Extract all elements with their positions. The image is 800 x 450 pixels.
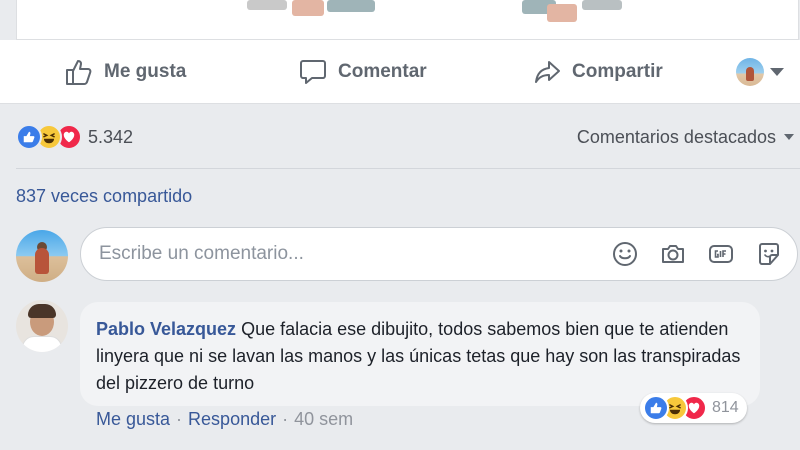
separator: · <box>176 409 183 429</box>
sort-label: Comentarios destacados <box>576 126 776 147</box>
comment-composer <box>80 227 798 281</box>
emoji-icon[interactable] <box>611 240 639 268</box>
reaction-count: 5.342 <box>88 126 134 147</box>
reactions-summary[interactable]: 5.342 <box>16 122 133 152</box>
chevron-down-icon <box>770 68 784 76</box>
image-fragment <box>247 0 287 10</box>
divider <box>16 168 800 169</box>
like-label: Me gusta <box>104 61 187 82</box>
gif-icon[interactable] <box>707 240 735 268</box>
comment-label: Comentar <box>338 61 427 82</box>
image-fragment <box>327 0 375 12</box>
comment-reaction-count: 814 <box>712 399 739 416</box>
post-as-selector[interactable] <box>736 58 784 86</box>
composer-toolbar <box>611 240 783 268</box>
avatar[interactable] <box>16 230 68 282</box>
comment-timestamp[interactable]: 40 sem <box>294 409 353 430</box>
share-button[interactable]: Compartir <box>532 56 663 88</box>
comment-button[interactable]: Comentar <box>298 56 427 88</box>
comment-author[interactable]: Pablo Velazquez <box>96 319 236 339</box>
share-count-link[interactable]: 837 veces compartido <box>16 186 192 207</box>
camera-icon[interactable] <box>659 240 687 268</box>
comment-actions: Me gusta · Responder · 40 sem <box>96 409 353 430</box>
chevron-down-icon <box>784 134 794 140</box>
image-fragment <box>292 0 324 16</box>
image-fragment <box>582 0 622 10</box>
comment-reply-link[interactable]: Responder <box>188 409 276 430</box>
comment-bubble: Pablo Velazquez Que falacia ese dibujito… <box>80 302 760 406</box>
sticker-icon[interactable] <box>755 240 783 268</box>
image-fragment <box>547 4 577 22</box>
comment-like-link[interactable]: Me gusta <box>96 409 170 430</box>
avatar <box>736 58 764 86</box>
share-arrow-icon <box>535 61 560 83</box>
post-action-bar: Me gusta Comentar Compartir <box>0 40 800 104</box>
comment-input[interactable] <box>99 243 599 265</box>
speech-bubble-icon <box>300 60 326 84</box>
like-button[interactable]: Me gusta <box>64 56 186 88</box>
comment-reactions[interactable]: 814 <box>640 393 747 423</box>
thumbs-up-icon <box>66 60 92 85</box>
share-label: Compartir <box>572 61 663 82</box>
like-reaction-icon <box>643 395 669 421</box>
separator: · <box>282 409 289 429</box>
like-reaction-icon <box>16 124 42 150</box>
comment-sort-dropdown[interactable]: Comentarios destacados <box>577 124 794 150</box>
post-image[interactable] <box>16 0 799 40</box>
avatar[interactable] <box>16 300 68 352</box>
